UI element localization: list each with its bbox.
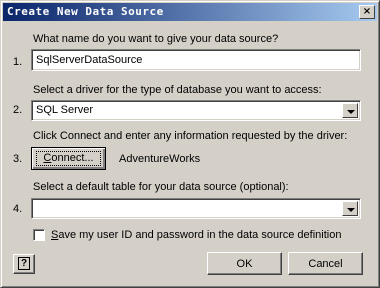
connect-button[interactable]: Connect... xyxy=(31,147,106,170)
connect-button-label: Connect... xyxy=(43,152,94,164)
default-table-select[interactable] xyxy=(31,198,361,219)
step1-prompt: What name do you want to give your data … xyxy=(33,33,279,45)
connection-status: AdventureWorks xyxy=(119,153,201,165)
help-icon: ? xyxy=(18,257,30,270)
step1-number: 1. xyxy=(13,56,23,68)
data-source-name-input[interactable]: SqlServerDataSource xyxy=(31,49,361,71)
title-bar[interactable]: Create New Data Source × xyxy=(3,3,377,21)
cancel-button-label: Cancel xyxy=(308,258,343,270)
step4-prompt: Select a default table for your data sou… xyxy=(33,181,289,193)
create-data-source-dialog: Create New Data Source × What name do yo… xyxy=(0,0,380,288)
save-credentials-checkbox[interactable] xyxy=(33,229,45,241)
close-button[interactable]: × xyxy=(359,5,375,19)
close-icon: × xyxy=(362,6,372,17)
data-source-name-value: SqlServerDataSource xyxy=(36,54,143,66)
ok-button[interactable]: OK xyxy=(207,252,282,275)
ok-button-label: OK xyxy=(236,258,253,270)
cancel-button[interactable]: Cancel xyxy=(288,252,363,275)
save-credentials-label[interactable]: Save my user ID and password in the data… xyxy=(51,229,341,241)
chevron-down-icon[interactable] xyxy=(342,201,358,216)
help-button[interactable]: ? xyxy=(13,254,35,274)
window-title: Create New Data Source xyxy=(7,5,164,18)
chevron-down-icon[interactable] xyxy=(342,103,358,118)
driver-select-value: SQL Server xyxy=(36,104,94,116)
step4-number: 4. xyxy=(13,203,23,215)
step3-number: 3. xyxy=(13,153,23,165)
driver-select[interactable]: SQL Server xyxy=(31,100,361,121)
step3-prompt: Click Connect and enter any information … xyxy=(33,130,348,142)
step2-prompt: Select a driver for the type of database… xyxy=(33,84,322,96)
step2-number: 2. xyxy=(13,104,23,116)
